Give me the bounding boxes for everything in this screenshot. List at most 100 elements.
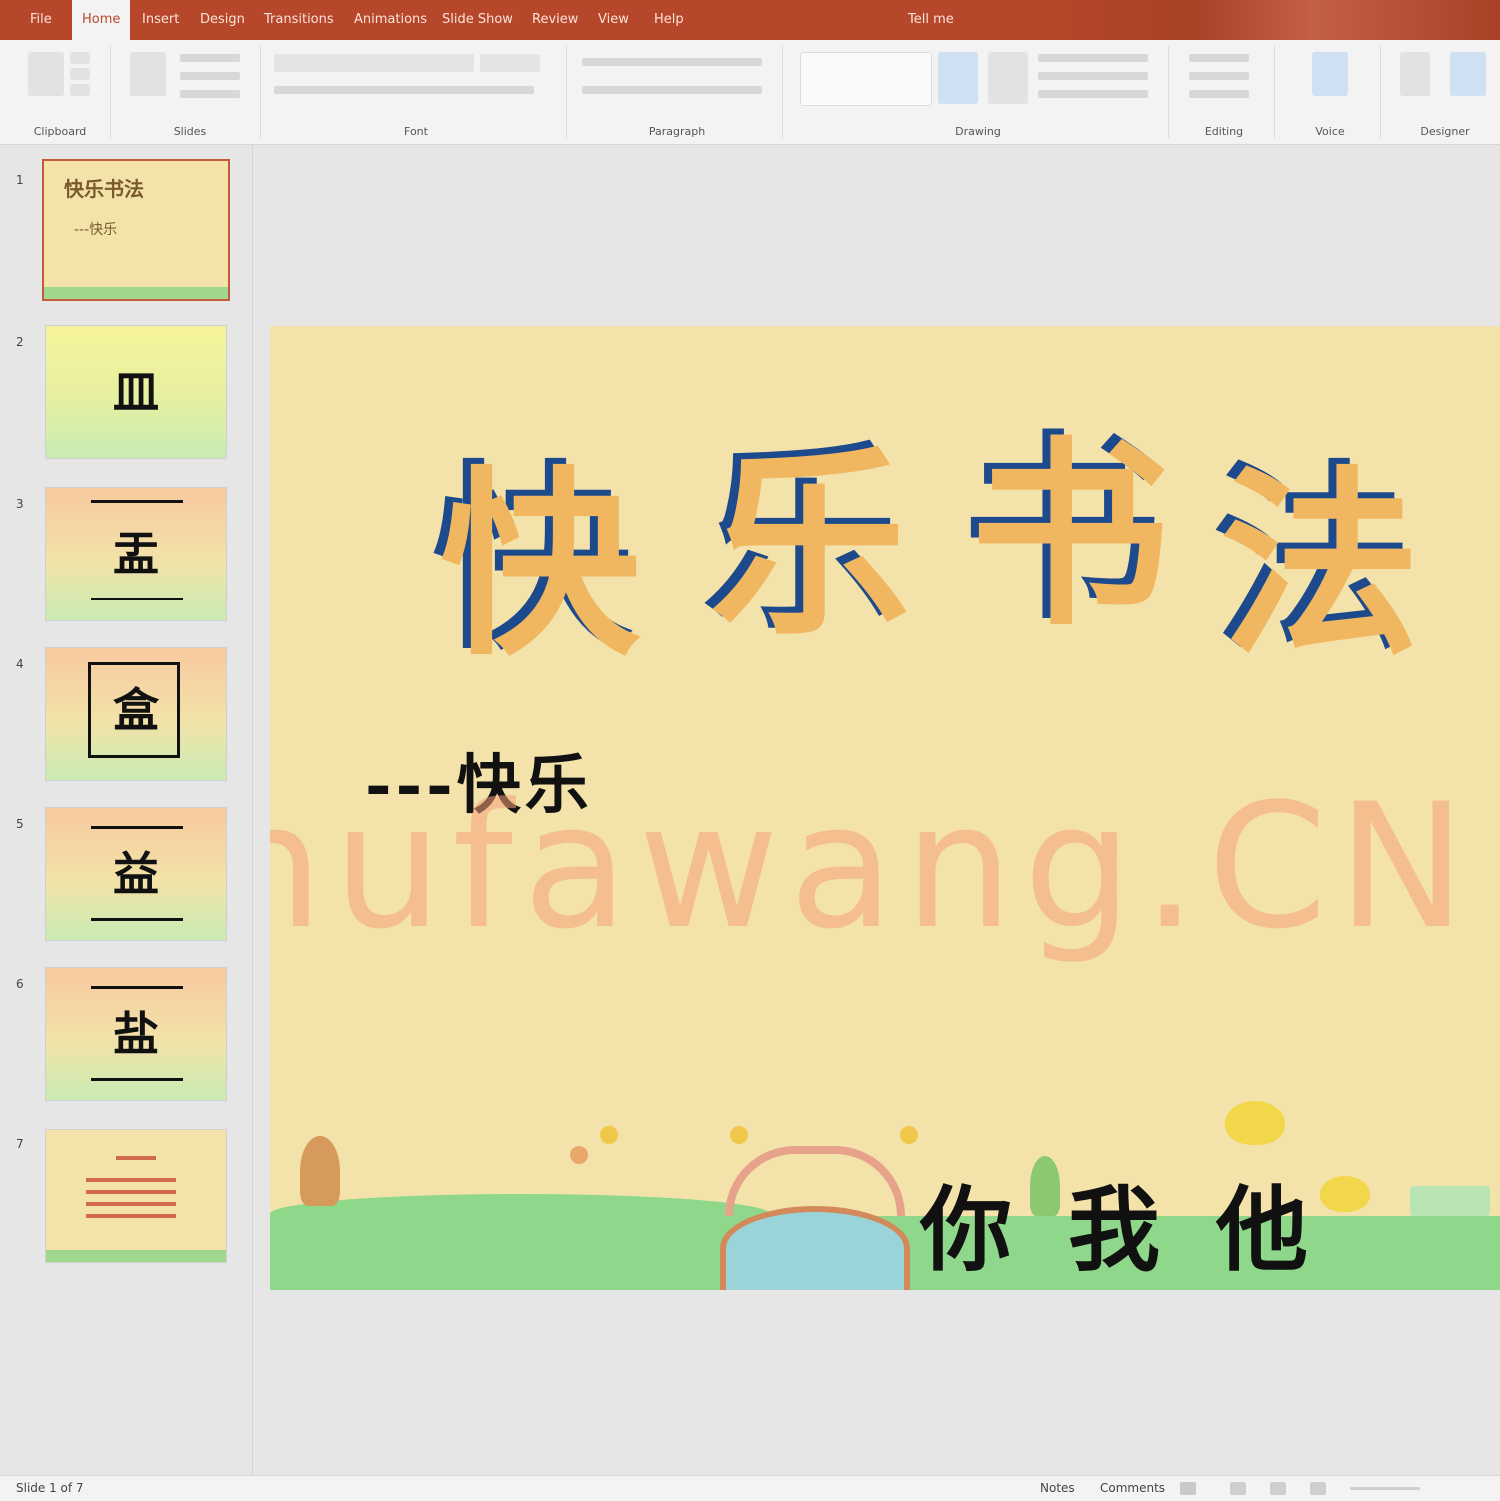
find-button[interactable] [1189, 54, 1249, 62]
group-paragraph: Paragraph [572, 46, 783, 138]
slide-sorter-icon[interactable] [1230, 1482, 1246, 1495]
reset-button[interactable] [180, 72, 240, 80]
title-char: 法 [1220, 448, 1421, 683]
group-label: Clipboard [33, 125, 87, 138]
thumb-rule [91, 1078, 183, 1081]
font-format-buttons[interactable] [274, 86, 534, 94]
tab-home[interactable]: Home [72, 0, 131, 40]
section-button[interactable] [180, 90, 240, 98]
font-size-select[interactable] [480, 54, 540, 72]
slide-thumbnail-1[interactable]: 快乐书法 ---快乐 [42, 159, 230, 301]
tab-design[interactable]: Design [198, 0, 247, 40]
flower-icon [600, 1126, 618, 1144]
comments-button[interactable]: Comments [1100, 1481, 1165, 1495]
title-char: 书 [970, 418, 1171, 653]
copy-icon[interactable] [70, 68, 90, 80]
normal-view-icon[interactable] [1180, 1482, 1196, 1495]
paste-button[interactable] [28, 52, 64, 96]
thumb-subtitle: ---快乐 [74, 222, 118, 238]
group-label: Voice [1315, 125, 1345, 138]
tab-transitions[interactable]: Transitions [262, 0, 336, 40]
tab-slide-show[interactable]: Slide Show [440, 0, 515, 40]
slide-number: 3 [16, 497, 24, 511]
align-buttons[interactable] [582, 86, 762, 94]
flower-icon [730, 1126, 748, 1144]
group-drawing: Drawing [788, 46, 1169, 138]
slide-number: 1 [16, 173, 24, 187]
slide-thumbnail-3[interactable]: 盂 [45, 487, 227, 621]
ribbon: Clipboard Slides Font Paragraph Drawing … [0, 40, 1500, 145]
zoom-slider[interactable] [1350, 1487, 1420, 1490]
arrange-button[interactable] [938, 52, 978, 104]
slide-thumbnail-6[interactable]: 盐 [45, 967, 227, 1101]
shape-fill-button[interactable] [1038, 54, 1148, 62]
slide-number: 6 [16, 977, 24, 991]
slide-number: 5 [16, 817, 24, 831]
slide-number: 4 [16, 657, 24, 671]
title-char: 快 [440, 448, 641, 683]
group-font: Font [266, 46, 567, 138]
tab-view[interactable]: View [596, 0, 631, 40]
bird-icon [1225, 1101, 1285, 1145]
title-bar-decoration [1030, 0, 1500, 40]
tab-help[interactable]: Help [652, 0, 686, 40]
format-painter-icon[interactable] [70, 84, 90, 96]
thumb-rule [91, 500, 183, 503]
notes-button[interactable]: Notes [1040, 1481, 1075, 1495]
thumb-title: 快乐书法 [64, 177, 144, 201]
ribbon-tab-bar: File Home Insert Design Transitions Anim… [0, 0, 1500, 40]
thumb-rule [91, 826, 183, 829]
cut-icon[interactable] [70, 52, 90, 64]
tree-icon [300, 1136, 340, 1206]
slide-thumbnail-panel[interactable]: 1 快乐书法 ---快乐 2 皿 3 盂 4 盒 5 益 6 盐 7 [0, 145, 253, 1475]
select-button[interactable] [1189, 90, 1249, 98]
replace-button[interactable] [1189, 72, 1249, 80]
thumb-grass [44, 287, 228, 299]
slide-number: 7 [16, 1137, 24, 1151]
thumb-character: 益 [113, 847, 159, 901]
group-label: Designer [1420, 125, 1470, 138]
group-label: Font [404, 125, 428, 138]
tab-animations[interactable]: Animations [352, 0, 429, 40]
thumb-rule [91, 598, 183, 600]
group-label: Editing [1204, 125, 1244, 138]
group-designer: Designer [1390, 46, 1500, 138]
list-buttons[interactable] [582, 58, 762, 66]
thumb-character: 盂 [113, 527, 159, 581]
tell-me-search[interactable]: Tell me [906, 0, 956, 40]
thumb-rule [91, 986, 183, 989]
slide-thumbnail-4[interactable]: 盒 [45, 647, 227, 781]
group-label: Paragraph [648, 125, 706, 138]
slide-canvas[interactable]: 快 乐 书 法 ---快乐 Shufawang.CN 你我他 [270, 326, 1500, 1290]
dictate-button[interactable] [1312, 52, 1348, 96]
slide-count: Slide 1 of 7 [16, 1481, 84, 1495]
flower-icon [900, 1126, 918, 1144]
slideshow-icon[interactable] [1310, 1482, 1326, 1495]
reading-view-icon[interactable] [1270, 1482, 1286, 1495]
new-slide-button[interactable] [130, 52, 166, 96]
shape-outline-button[interactable] [1038, 72, 1148, 80]
tab-review[interactable]: Review [530, 0, 580, 40]
shape-effects-button[interactable] [1038, 90, 1148, 98]
thumb-character: 皿 [113, 365, 159, 419]
font-name-select[interactable] [274, 54, 474, 72]
fence-icon [1410, 1186, 1490, 1216]
slide-names-text[interactable]: 你我他 [920, 1156, 1364, 1289]
design-ideas-button[interactable] [1450, 52, 1486, 96]
group-clipboard: Clipboard [10, 46, 111, 138]
slide-thumbnail-5[interactable]: 益 [45, 807, 227, 941]
quick-styles-button[interactable] [988, 52, 1028, 104]
slide-title[interactable]: 快 乐 书 法 [430, 386, 1420, 686]
ideas-button[interactable] [1400, 52, 1430, 96]
slide-thumbnail-7[interactable] [45, 1129, 227, 1263]
slide-thumbnail-2[interactable]: 皿 [45, 325, 227, 459]
status-bar: Slide 1 of 7 Notes Comments [0, 1475, 1500, 1501]
tab-insert[interactable]: Insert [140, 0, 181, 40]
thumb-character: 盒 [113, 683, 159, 737]
layout-button[interactable] [180, 54, 240, 62]
tab-file[interactable]: File [28, 0, 54, 40]
bridge-illustration [725, 1146, 905, 1216]
flower-icon [570, 1146, 588, 1164]
watermark: Shufawang.CN [270, 766, 1476, 967]
shapes-gallery[interactable] [800, 52, 932, 106]
